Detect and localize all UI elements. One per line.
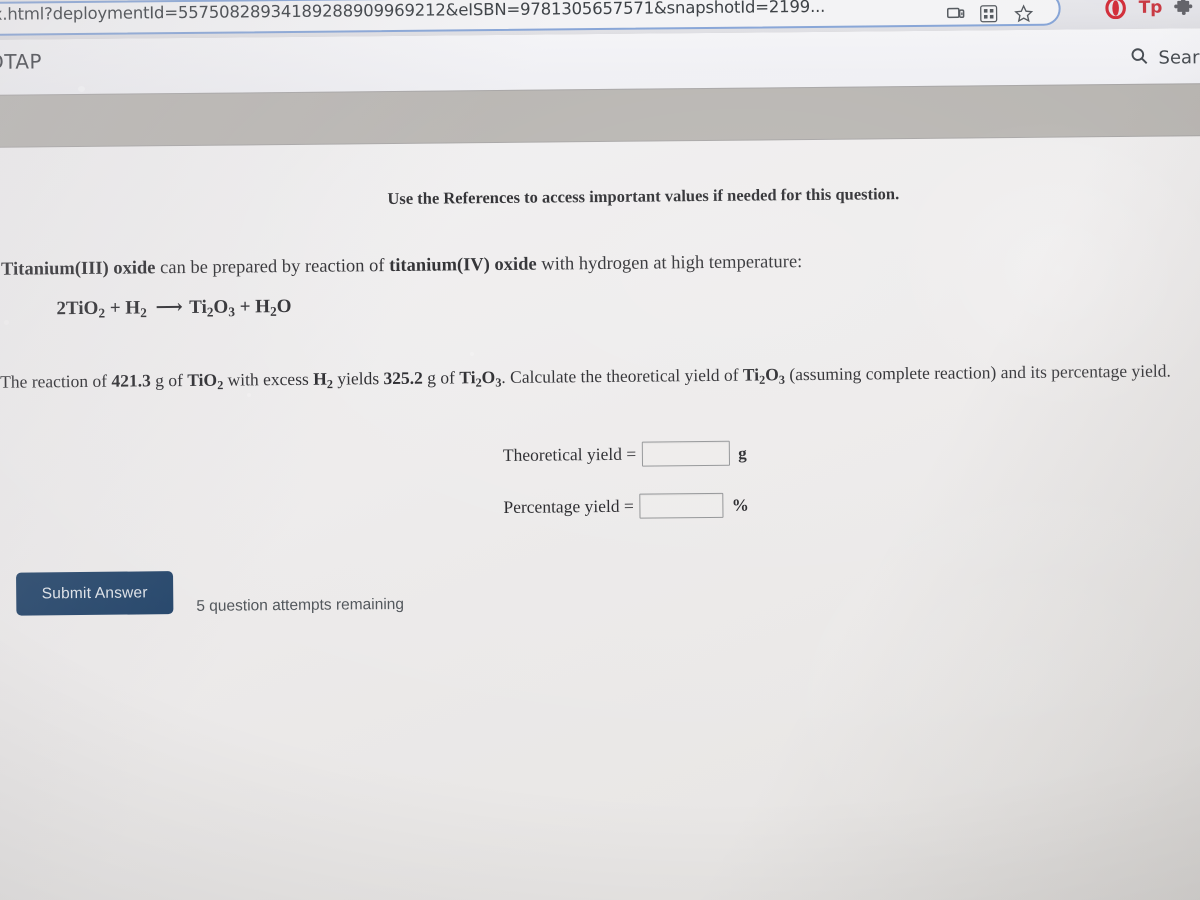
theoretical-yield-label: Theoretical yield = [502, 443, 637, 465]
question-content: Use the References to access important v… [0, 136, 1200, 900]
answer-row-theoretical-yield: Theoretical yield = g [502, 440, 749, 468]
dust-speck [470, 352, 474, 356]
body-formula-excess: H2 [313, 368, 334, 392]
body-formula-product: Ti2O3 [459, 367, 502, 390]
body-mass-product: 325.2 [383, 367, 423, 389]
cast-device-icon[interactable] [946, 4, 966, 23]
search-control[interactable]: Search t [1129, 45, 1200, 71]
body-text-5: g of [422, 367, 460, 388]
tp-extension-icon[interactable]: Tp [1139, 0, 1163, 18]
reaction-arrow-icon: ⟶ [155, 297, 181, 319]
intro-bold-2: titanium(IV) oxide [389, 254, 537, 277]
opera-logo-icon[interactable] [1105, 0, 1127, 20]
answer-row-percentage-yield: Percentage yield = % [503, 492, 749, 520]
answer-fields: Theoretical yield = g Percentage yield =… [502, 440, 749, 547]
theoretical-yield-input[interactable] [642, 440, 731, 467]
intro-text-1: can be prepared by reaction of [155, 256, 390, 279]
attempts-remaining-text: 5 question attempts remaining [196, 595, 405, 615]
mindtap-brand-logo[interactable]: NDTAP [0, 49, 42, 74]
equation-plus-2: + [239, 296, 256, 318]
equation-reactant-2: H2 [125, 297, 147, 321]
question-body: The reaction of 421.3 g of TiO2 with exc… [0, 358, 1200, 397]
body-text-4: yields [332, 368, 384, 389]
dust-speck [247, 393, 251, 397]
references-note: Use the References to access important v… [387, 184, 900, 209]
body-text-1: The reaction of [0, 370, 112, 392]
intro-bold-1: Titanium(III) oxide [1, 258, 156, 280]
equation-plus-1: + [109, 297, 126, 319]
submit-answer-button[interactable]: Submit Answer [16, 571, 174, 616]
intro-text-2: with hydrogen at high temperature: [536, 252, 803, 275]
equation-reactant-1: 2TiO2 [56, 297, 106, 321]
dust-speck [78, 86, 85, 92]
body-formula-product-2: Ti2O3 [742, 364, 786, 387]
question-intro: Titanium(III) oxide can be prepared by r… [1, 252, 802, 281]
percentage-yield-label: Percentage yield = [503, 495, 634, 517]
body-formula-reactant: TiO2 [187, 369, 224, 393]
dust-speck [4, 320, 9, 325]
body-text-2: g of [150, 369, 188, 391]
body-text-6: . Calculate the theoretical yield of [501, 364, 743, 387]
body-mass-reactant: 421.3 [111, 370, 151, 391]
chemical-equation: 2TiO2 + H2 ⟶ Ti2O3 + H2O [56, 295, 291, 322]
search-label: Search t [1158, 47, 1200, 69]
body-text-7: (assuming complete reaction) and its per… [784, 360, 1171, 385]
percentage-yield-input[interactable] [639, 492, 724, 519]
bookmark-star-icon[interactable] [1014, 4, 1034, 23]
photographed-screen: ro/index.html?deploymentId=5575082893418… [0, 0, 1200, 900]
qr-code-icon[interactable] [979, 4, 999, 23]
search-icon [1129, 46, 1149, 71]
equation-product-2: H2O [255, 295, 292, 319]
theoretical-yield-unit: g [738, 443, 747, 463]
body-text-3: with excess [223, 368, 314, 390]
browser-window: ro/index.html?deploymentId=5575082893418… [0, 0, 1200, 900]
percentage-yield-unit: % [731, 495, 749, 515]
equation-product-1: Ti2O3 [189, 296, 236, 320]
extension-puzzle-icon[interactable] [1173, 0, 1195, 20]
url-text[interactable]: ro/index.html?deploymentId=5575082893418… [0, 0, 825, 24]
